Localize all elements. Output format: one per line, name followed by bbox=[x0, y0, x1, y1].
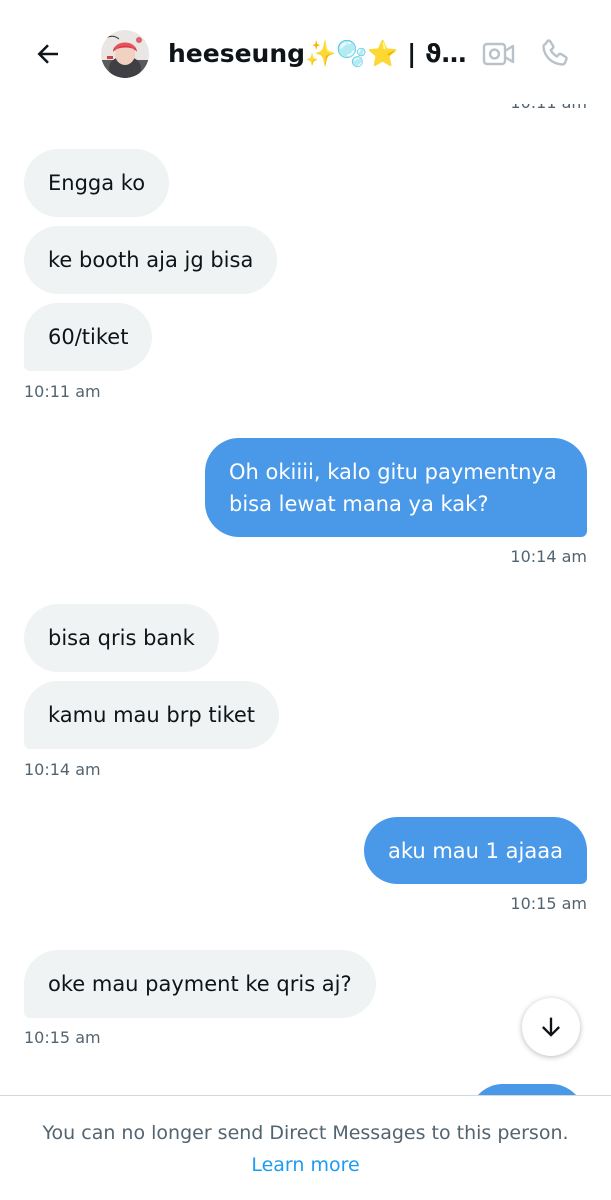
message-timestamp: 10:15 am bbox=[510, 894, 587, 913]
video-camera-icon bbox=[482, 42, 515, 66]
avatar[interactable] bbox=[101, 30, 149, 78]
avatar-image bbox=[101, 30, 149, 78]
message-timestamp: 10:14 am bbox=[24, 760, 101, 779]
learn-more-link[interactable]: Learn more bbox=[0, 1152, 611, 1178]
incoming-message[interactable]: kamu mau brp tiket bbox=[24, 681, 280, 749]
incoming-message[interactable]: ke booth aja jg bisa bbox=[24, 226, 278, 294]
arrow-down-icon bbox=[542, 1017, 560, 1037]
back-button[interactable] bbox=[26, 32, 70, 76]
dm-conversation-screen: heeseung✨🫧⭐ | ϑఌ ... 10:11 am Engga ko k… bbox=[0, 0, 611, 1200]
dm-disabled-notice: You can no longer send Direct Messages t… bbox=[42, 1122, 569, 1144]
incoming-message[interactable]: Engga ko bbox=[24, 149, 170, 217]
outgoing-message[interactable]: Oh okiiii, kalo gitu paymentnya bisa lew… bbox=[205, 438, 587, 537]
contact-name[interactable]: heeseung✨🫧⭐ | ϑఌ ... bbox=[168, 35, 468, 73]
message-timestamp: 10:15 am bbox=[24, 1028, 101, 1047]
conversation-header: heeseung✨🫧⭐ | ϑఌ ... bbox=[0, 0, 611, 104]
message-timestamp: 10:11 am bbox=[24, 382, 101, 401]
scroll-to-bottom-button[interactable] bbox=[522, 998, 580, 1056]
dm-disabled-footer: You can no longer send Direct Messages t… bbox=[0, 1095, 611, 1200]
outgoing-message[interactable]: aku mau 1 ajaaa bbox=[363, 817, 587, 884]
incoming-message[interactable]: 60/tiket bbox=[24, 303, 153, 371]
arrow-left-icon bbox=[37, 44, 58, 64]
message-timestamp: 10:14 am bbox=[510, 547, 587, 566]
video-call-button[interactable] bbox=[478, 34, 520, 74]
voice-call-button[interactable] bbox=[534, 32, 576, 74]
phone-icon bbox=[542, 39, 568, 66]
incoming-message[interactable]: oke mau payment ke qris aj? bbox=[24, 950, 376, 1018]
incoming-message[interactable]: bisa qris bank bbox=[24, 604, 219, 672]
